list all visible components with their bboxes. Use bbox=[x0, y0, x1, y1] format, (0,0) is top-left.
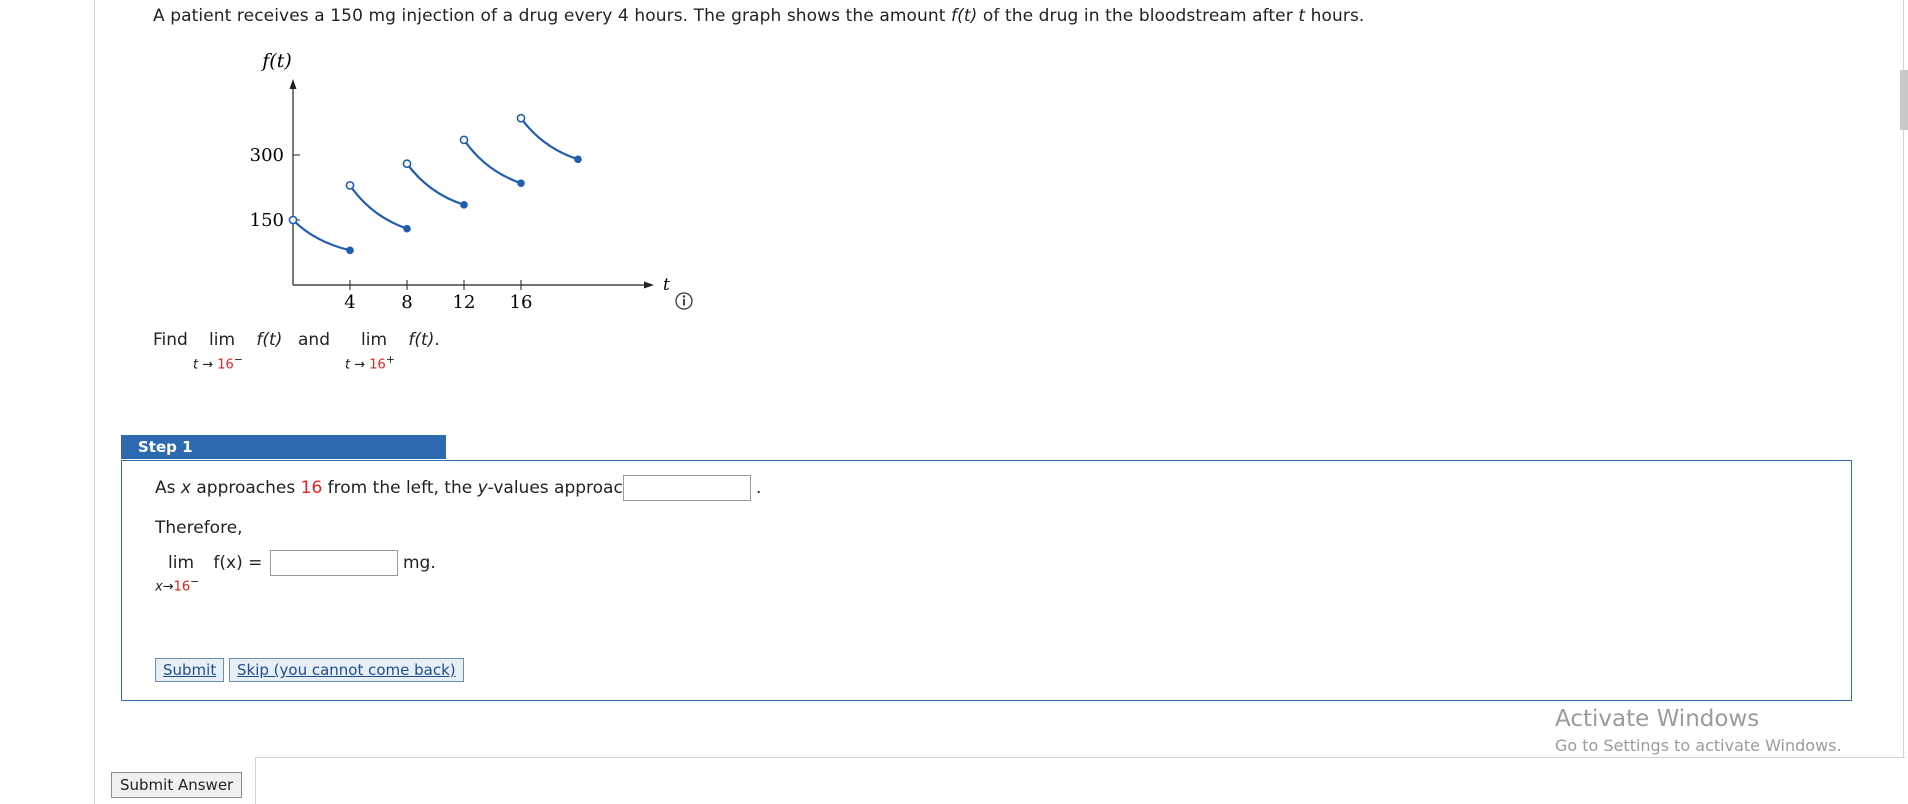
decay-curve bbox=[520, 117, 579, 161]
open-point bbox=[288, 215, 298, 225]
step-panel: As x approaches 16 from the left, the y-… bbox=[121, 460, 1852, 701]
step-sentence: As x approaches 16 from the left, the y-… bbox=[155, 478, 634, 498]
limit-expression: lim f(x) = bbox=[168, 553, 262, 573]
scrollbar-thumb[interactable] bbox=[1900, 70, 1908, 130]
find-statement: Find bbox=[153, 330, 188, 350]
and-label: and bbox=[298, 330, 330, 350]
therefore-label: Therefore, bbox=[155, 518, 243, 538]
limit-right-subscript: t → 16+ bbox=[345, 353, 395, 373]
limit-subscript: x→16− bbox=[155, 575, 200, 595]
x-tick-label: 8 bbox=[401, 292, 412, 313]
left-approach-input[interactable] bbox=[623, 475, 751, 501]
submit-button[interactable]: Submit bbox=[155, 658, 225, 682]
closed-point bbox=[403, 224, 411, 233]
y-tick-label: 150 bbox=[250, 210, 284, 231]
left-border bbox=[94, 0, 95, 804]
closed-point bbox=[574, 155, 582, 164]
decay-curve bbox=[292, 219, 351, 252]
submit-answer-button[interactable]: Submit Answer bbox=[111, 772, 243, 798]
x-tick-label: 16 bbox=[510, 292, 533, 313]
limit-right: lim f(t). bbox=[361, 330, 440, 350]
closed-point bbox=[517, 179, 525, 187]
decay-curve bbox=[349, 184, 408, 230]
limit-answer-input[interactable] bbox=[270, 550, 398, 576]
open-point bbox=[345, 180, 355, 190]
limit-left: lim f(t) bbox=[209, 330, 282, 350]
limit-left-subscript: t → 16− bbox=[193, 353, 243, 373]
y-tick-label: 300 bbox=[250, 145, 284, 166]
step-tab: Step 1 bbox=[121, 435, 446, 459]
find-label: Find bbox=[153, 330, 188, 350]
closed-point bbox=[460, 201, 468, 209]
x-axis-arrow bbox=[644, 281, 654, 289]
limit-left-func: f(t) bbox=[256, 330, 283, 350]
decay-curve bbox=[406, 163, 465, 206]
drug-graph: f(t) t 4 8 12 16 150 300 bbox=[250, 50, 693, 313]
limit-func: f(x) = bbox=[213, 553, 263, 573]
activate-windows-watermark: Activate Windows Go to Settings to activ… bbox=[1555, 706, 1842, 755]
decay-curve bbox=[463, 139, 522, 185]
y-axis-arrow bbox=[289, 79, 297, 89]
x-tick-label: 4 bbox=[344, 292, 355, 313]
unit-label: mg. bbox=[403, 553, 436, 573]
problem-statement: A patient receives a 150 mg injection of… bbox=[153, 6, 1365, 26]
sentence-period: . bbox=[756, 478, 762, 498]
answer-area-divider bbox=[255, 757, 256, 804]
lim-text: lim bbox=[168, 553, 195, 573]
answer-area-border bbox=[255, 757, 1905, 758]
y-axis-label: f(t) bbox=[260, 50, 292, 72]
open-point bbox=[402, 159, 412, 169]
x-tick-label: 12 bbox=[453, 292, 476, 313]
x-axis-label: t bbox=[663, 275, 670, 295]
lim-text: lim bbox=[361, 330, 388, 350]
info-icon[interactable] bbox=[675, 292, 693, 310]
closed-point bbox=[346, 246, 354, 255]
lim-text: lim bbox=[209, 330, 236, 350]
open-point bbox=[459, 135, 469, 145]
open-point bbox=[516, 113, 526, 123]
limit-right-func: f(t) bbox=[408, 330, 435, 350]
skip-button[interactable]: Skip (you cannot come back) bbox=[229, 658, 464, 682]
